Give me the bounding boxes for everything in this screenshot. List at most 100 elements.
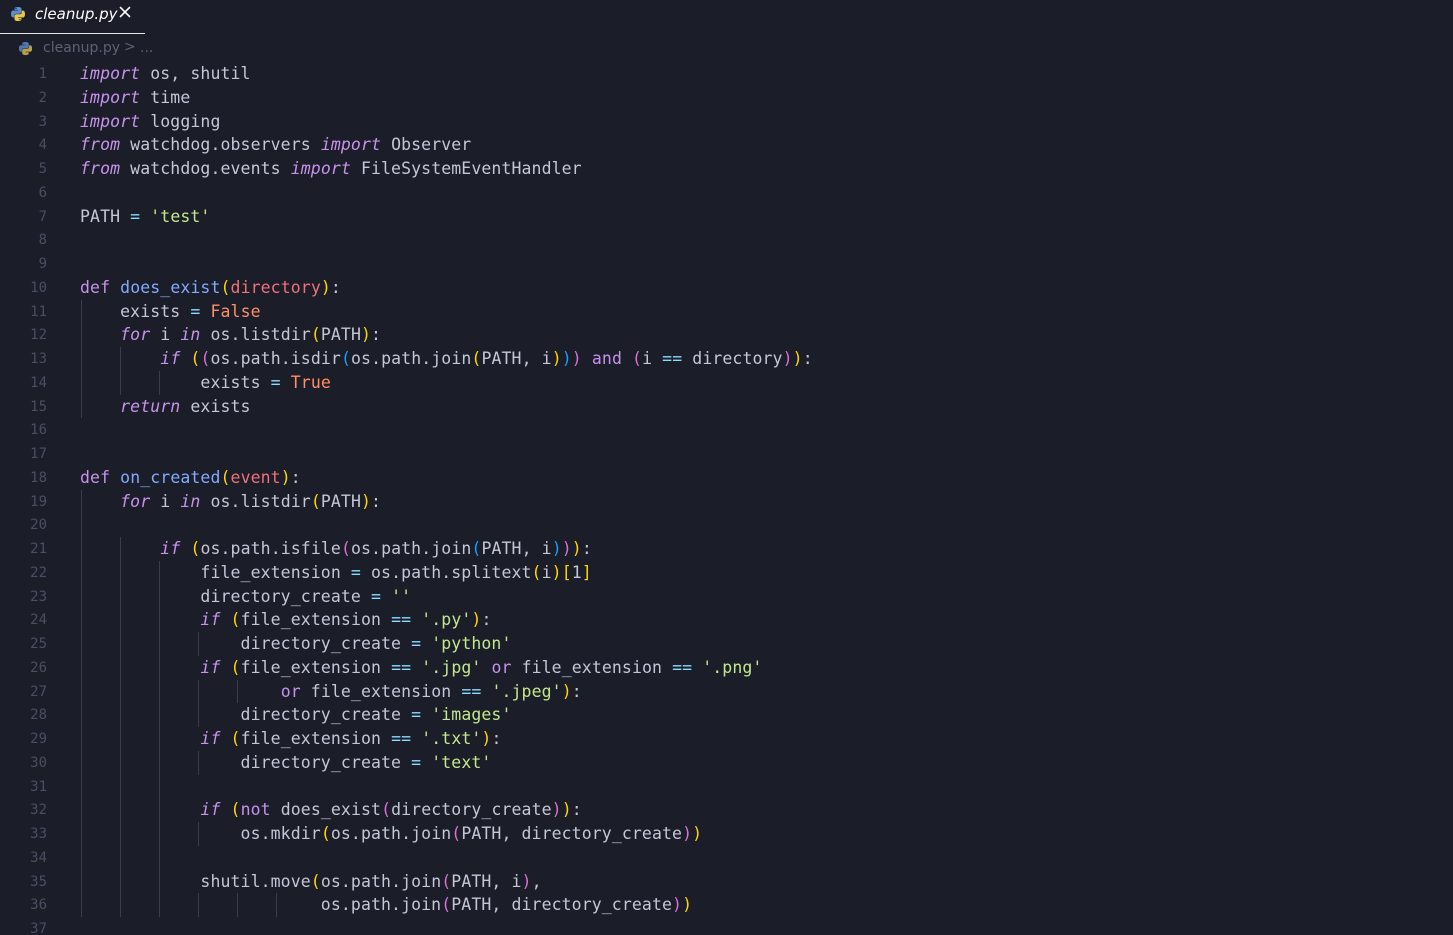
indent-guide <box>119 655 121 680</box>
indent-guide <box>158 774 160 799</box>
line-number: 5 <box>38 161 47 177</box>
code-line[interactable]: 8 <box>0 228 1453 252</box>
code-line[interactable]: 26 if (file_extension == '.jpg' or file_… <box>0 656 1453 680</box>
code-line[interactable]: 20 <box>0 513 1453 537</box>
line-number: 20 <box>30 517 47 534</box>
code-line[interactable]: 18 def on_created(event): <box>0 466 1453 490</box>
code-line[interactable]: 19 for i in os.listdir(PATH): <box>0 490 1453 514</box>
breadcrumb-file[interactable]: cleanup.py <box>43 40 120 56</box>
code-line[interactable]: 13 if ((os.path.isdir(os.path.join(PATH,… <box>0 347 1453 371</box>
code-token: ( <box>340 539 351 558</box>
code-token: ( <box>340 349 351 368</box>
code-line[interactable]: 7 PATH = 'test' <box>0 205 1453 229</box>
line-number: 27 <box>30 683 47 700</box>
code-line[interactable]: 29 if (file_extension == '.txt'): <box>0 727 1453 751</box>
indent-guide <box>119 703 121 727</box>
code-line[interactable]: 32 if (not does_exist(directory_create))… <box>0 798 1453 822</box>
indent-guide <box>81 560 82 585</box>
code-line[interactable]: 9 <box>0 252 1453 276</box>
code-token: ) <box>551 562 562 582</box>
code-token: directory <box>682 349 783 368</box>
line-source: def does_exist(directory): <box>80 276 341 300</box>
code-line[interactable]: 28 directory_create = 'images' <box>0 703 1453 727</box>
code-token: if <box>160 539 181 558</box>
code-token: ) <box>682 895 693 915</box>
code-token: in <box>180 491 201 511</box>
line-number: 29 <box>30 731 47 747</box>
code-line[interactable]: 23 directory_create = '' <box>0 585 1453 609</box>
code-line[interactable]: 4 from watchdog.observers import Observer <box>0 133 1453 157</box>
code-line[interactable]: 5 from watchdog.events import FileSystemE… <box>0 157 1453 181</box>
line-number: 37 <box>30 921 47 935</box>
indent-guide <box>81 845 82 870</box>
code-token: ( <box>310 325 321 345</box>
code-line[interactable]: 35 shutil.move(os.path.join(PATH, i), <box>0 870 1453 894</box>
code-token: watchdog.events <box>120 159 291 178</box>
line-source: if (os.path.isfile(os.path.join(PATH, i)… <box>80 537 592 561</box>
code-line[interactable]: 16 <box>0 418 1453 442</box>
code-token: from <box>80 135 121 155</box>
code-line[interactable]: 2 import time <box>0 86 1453 110</box>
code-token: import <box>290 159 351 178</box>
code-token: or <box>491 657 512 677</box>
code-token: directory_create <box>80 752 412 772</box>
code-token: : <box>571 681 582 701</box>
code-token: ( <box>632 349 643 368</box>
indent-guide <box>81 655 82 680</box>
code-token: i <box>642 349 663 368</box>
code-token: import <box>80 64 141 83</box>
line-number: 34 <box>30 849 47 866</box>
code-line[interactable]: 1 import os, shutil <box>0 62 1453 86</box>
code-line[interactable]: 25 directory_create = 'python' <box>0 632 1453 656</box>
code-line[interactable]: 27 or file_extension == '.jpeg'): <box>0 680 1453 704</box>
close-icon[interactable] <box>117 4 133 20</box>
line-number: 24 <box>30 612 47 629</box>
code-line[interactable]: 24 if (file_extension == '.py'): <box>0 608 1453 632</box>
code-token: ( <box>230 610 241 630</box>
indent-guide <box>275 893 277 917</box>
code-token: == <box>461 681 482 701</box>
code-token: == <box>672 657 693 677</box>
indent-guide <box>81 584 82 609</box>
code-token: os.listdir <box>200 325 311 345</box>
code-line[interactable]: 21 if (os.path.isfile(os.path.join(PATH,… <box>0 537 1453 561</box>
code-token: from <box>80 159 121 178</box>
code-token: ) <box>561 681 572 701</box>
line-number: 23 <box>30 588 47 605</box>
code-line[interactable]: 11 exists = False <box>0 300 1453 324</box>
code-line[interactable]: 10 def does_exist(directory): <box>0 276 1453 300</box>
code-token: if <box>200 657 221 677</box>
code-line[interactable]: 3 import logging <box>0 110 1453 134</box>
code-token: = <box>411 705 422 725</box>
code-line[interactable]: 37 <box>0 917 1453 935</box>
code-token: PATH <box>320 325 361 345</box>
code-line[interactable]: 22 file_extension = os.path.splitext(i)[… <box>0 561 1453 585</box>
code-token: ( <box>471 539 482 558</box>
code-token: ( <box>230 800 241 820</box>
code-line[interactable]: 33 os.mkdir(os.path.join(PATH, directory… <box>0 822 1453 846</box>
tab-cleanup-py[interactable]: cleanup.py <box>0 0 145 34</box>
code-token: 'test' <box>150 206 211 226</box>
code-line[interactable]: 15 return exists <box>0 395 1453 419</box>
code-line[interactable]: 36 os.path.join(PATH, directory_create)) <box>0 893 1453 917</box>
code-line[interactable]: 6 <box>0 181 1453 205</box>
code-token: def <box>80 467 111 487</box>
code-line[interactable]: 34 <box>0 846 1453 870</box>
line-number: 10 <box>30 279 47 296</box>
code-line[interactable]: 17 <box>0 442 1453 466</box>
code-token: watchdog.observers <box>120 135 321 155</box>
code-line[interactable]: 14 exists = True <box>0 371 1453 395</box>
code-line[interactable]: 12 for i in os.listdir(PATH): <box>0 323 1453 347</box>
breadcrumb-symbols[interactable]: ... <box>140 40 153 56</box>
code-line[interactable]: 31 <box>0 775 1453 799</box>
code-line[interactable]: 30 directory_create = 'text' <box>0 751 1453 775</box>
code-token: os.path.join <box>80 895 442 915</box>
